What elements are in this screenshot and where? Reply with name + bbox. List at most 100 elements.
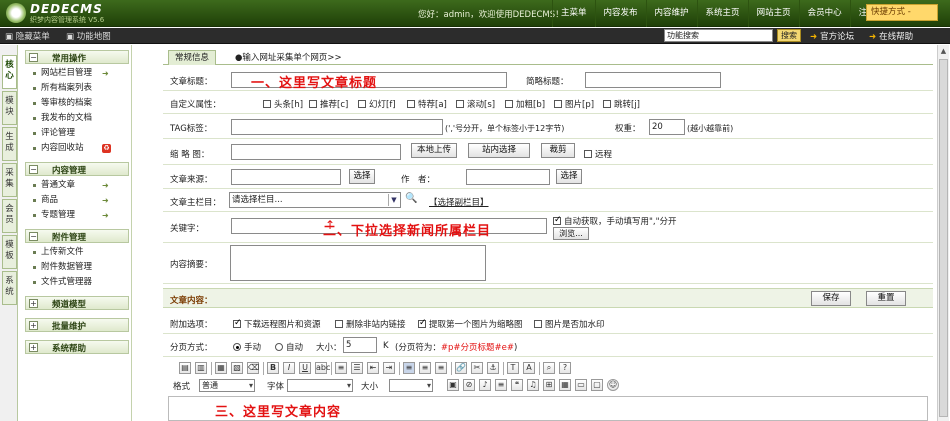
watermark-checkbox[interactable]: 图片是否加水印 — [534, 318, 605, 330]
attr-image[interactable]: 图片[p] — [554, 98, 594, 110]
ordered-list-icon[interactable]: ≡ — [335, 362, 347, 374]
paste-text-icon[interactable]: ▧ — [231, 362, 243, 374]
attr-recommend[interactable]: 推荐[c] — [309, 98, 348, 110]
sidebar-item-goods[interactable]: 商品 ➜ — [25, 193, 129, 208]
hr-icon[interactable]: ▭ — [575, 379, 587, 391]
site-select-button[interactable]: 站内选择 — [468, 143, 530, 158]
code-icon[interactable]: ♫ — [527, 379, 539, 391]
tab-collect-url[interactable]: ●输入网址采集单个网页>> — [235, 51, 342, 63]
sidebar-item-comments[interactable]: 评论管理 — [25, 126, 129, 141]
sidebar-item-special[interactable]: 专题管理 ➜ — [25, 208, 129, 223]
content-editor-area[interactable]: 三、这里写文章内容 — [168, 396, 928, 421]
paging-auto-radio[interactable]: 自动 — [275, 341, 303, 353]
paste-icon[interactable]: ▦ — [215, 362, 227, 374]
preview-icon[interactable]: ▥ — [195, 362, 207, 374]
thumb-input[interactable] — [231, 144, 401, 160]
sidebar-item-normal-article[interactable]: 普通文章 ➜ — [25, 178, 129, 193]
attr-headline[interactable]: 头条[h] — [263, 98, 303, 110]
quote-icon[interactable]: ❝ — [511, 379, 523, 391]
weight-input[interactable]: 20 — [649, 119, 685, 135]
browse-button[interactable]: 浏览... — [553, 227, 589, 240]
short-title-input[interactable] — [585, 72, 721, 88]
nav-system-home[interactable]: 系统主页 — [696, 0, 748, 27]
online-help-link[interactable]: ➜ 在线帮助 — [869, 30, 913, 42]
attr-scroll[interactable]: 滚动[s] — [456, 98, 495, 110]
official-forum-link[interactable]: ➜ 官方论坛 — [810, 30, 854, 42]
outdent-icon[interactable]: ⇤ — [367, 362, 379, 374]
italic-icon[interactable]: I — [283, 362, 295, 374]
nav-site-home[interactable]: 网站主页 — [747, 0, 799, 27]
sidebar-item-category-manage[interactable]: 网站栏目管理 ➜ — [25, 66, 129, 81]
add-arrow-icon[interactable]: ➜ — [102, 196, 111, 205]
font-select[interactable] — [287, 379, 353, 392]
group-common-ops[interactable]: − 常用操作 — [25, 50, 129, 64]
group-system-help[interactable]: + 系统帮助 — [25, 340, 129, 354]
scroll-up-icon[interactable]: ▲ — [939, 46, 948, 57]
underline-icon[interactable]: U — [299, 362, 311, 374]
attr-slide[interactable]: 幻灯[f] — [358, 98, 396, 110]
sidebar-item-pending-archives[interactable]: 等审核的档案 — [25, 96, 129, 111]
quick-menu-button[interactable]: 快捷方式 - — [866, 4, 938, 21]
group-batch-maintain[interactable]: + 批量维护 — [25, 318, 129, 332]
sidebar-item-my-docs[interactable]: 我发布的文档 — [25, 111, 129, 126]
about-icon[interactable]: ? — [559, 362, 571, 374]
crop-button[interactable]: 裁剪 — [541, 143, 575, 158]
search-icon[interactable]: 🔍 — [405, 193, 417, 204]
nav-content-maintain[interactable]: 内容维护 — [645, 0, 697, 27]
nav-member-center[interactable]: 会员中心 — [798, 0, 850, 27]
bg-color-icon[interactable]: A — [523, 362, 535, 374]
vtab-collect[interactable]: 采集 — [2, 163, 17, 197]
paging-manual-radio[interactable]: 手动 — [233, 341, 261, 353]
add-arrow-icon[interactable]: ➜ — [102, 211, 111, 220]
select-sub-category-link[interactable]: 【选择副栏目】 — [429, 196, 489, 208]
vtab-generate[interactable]: 生成 — [2, 127, 17, 161]
text-color-icon[interactable]: T — [507, 362, 519, 374]
author-select-button[interactable]: 选择 — [556, 169, 582, 184]
vtab-system[interactable]: 系统 — [2, 271, 17, 305]
bold-icon[interactable]: B — [267, 362, 279, 374]
function-map-button[interactable]: ▣ 功能地图 — [66, 30, 111, 42]
format-select[interactable]: 普通 — [199, 379, 255, 392]
source-select-button[interactable]: 选择 — [349, 169, 375, 184]
group-content-manage[interactable]: − 内容管理 — [25, 162, 129, 176]
vtab-template[interactable]: 模板 — [2, 235, 17, 269]
unordered-list-icon[interactable]: ☰ — [351, 362, 363, 374]
fullscreen-icon[interactable]: ▢ — [591, 379, 603, 391]
group-channel-model[interactable]: + 频道模型 — [25, 296, 129, 310]
align-left-icon[interactable]: ≡ — [403, 362, 415, 374]
flash-icon[interactable]: ⊘ — [463, 379, 475, 391]
summary-textarea[interactable] — [230, 245, 486, 281]
size-input[interactable]: 5 — [343, 337, 377, 353]
attr-bold[interactable]: 加粗[b] — [505, 98, 545, 110]
pagebreak-icon[interactable]: ⊞ — [543, 379, 555, 391]
save-button[interactable]: 保存 — [811, 291, 851, 306]
page-scrollbar[interactable]: ▲ — [937, 45, 949, 421]
tab-general-info[interactable]: 常规信息 — [168, 50, 216, 65]
media-icon[interactable]: ♪ — [479, 379, 491, 391]
recycle-bin-icon[interactable]: ♻ — [102, 144, 111, 153]
nav-main-menu[interactable]: 主菜单 — [552, 0, 595, 27]
align-center-icon[interactable]: ≡ — [419, 362, 431, 374]
sidebar-item-attachment-data[interactable]: 附件数据管理 — [25, 260, 129, 275]
table-icon[interactable]: ▦ — [559, 379, 571, 391]
image-icon[interactable]: ▣ — [447, 379, 459, 391]
indent-icon[interactable]: ⇥ — [383, 362, 395, 374]
link-icon[interactable]: 🔗 — [455, 362, 467, 374]
upload-button[interactable]: 本地上传 — [411, 143, 457, 158]
unlink-icon[interactable]: ✂ — [471, 362, 483, 374]
sidebar-item-recycle[interactable]: 内容回收站 ♻ — [25, 141, 129, 156]
anchor-icon[interactable]: ⚓ — [487, 362, 499, 374]
hide-menu-button[interactable]: ▣ 隐藏菜单 — [5, 30, 50, 42]
group-attachment-manage[interactable]: − 附件管理 — [25, 229, 129, 243]
vtab-module[interactable]: 模块 — [2, 91, 17, 125]
sidebar-item-file-manager[interactable]: 文件式管理器 — [25, 275, 129, 290]
strikethrough-icon[interactable]: abc — [315, 362, 330, 374]
reset-button[interactable]: 重置 — [866, 291, 906, 306]
source-input[interactable] — [231, 169, 341, 185]
attachment-icon[interactable]: ≡ — [495, 379, 507, 391]
scrollbar-thumb[interactable] — [939, 59, 948, 417]
source-icon[interactable]: ▤ — [179, 362, 191, 374]
attr-jump[interactable]: 跳转[j] — [603, 98, 640, 110]
tag-input[interactable] — [231, 119, 443, 135]
vtab-member[interactable]: 会员 — [2, 199, 17, 233]
